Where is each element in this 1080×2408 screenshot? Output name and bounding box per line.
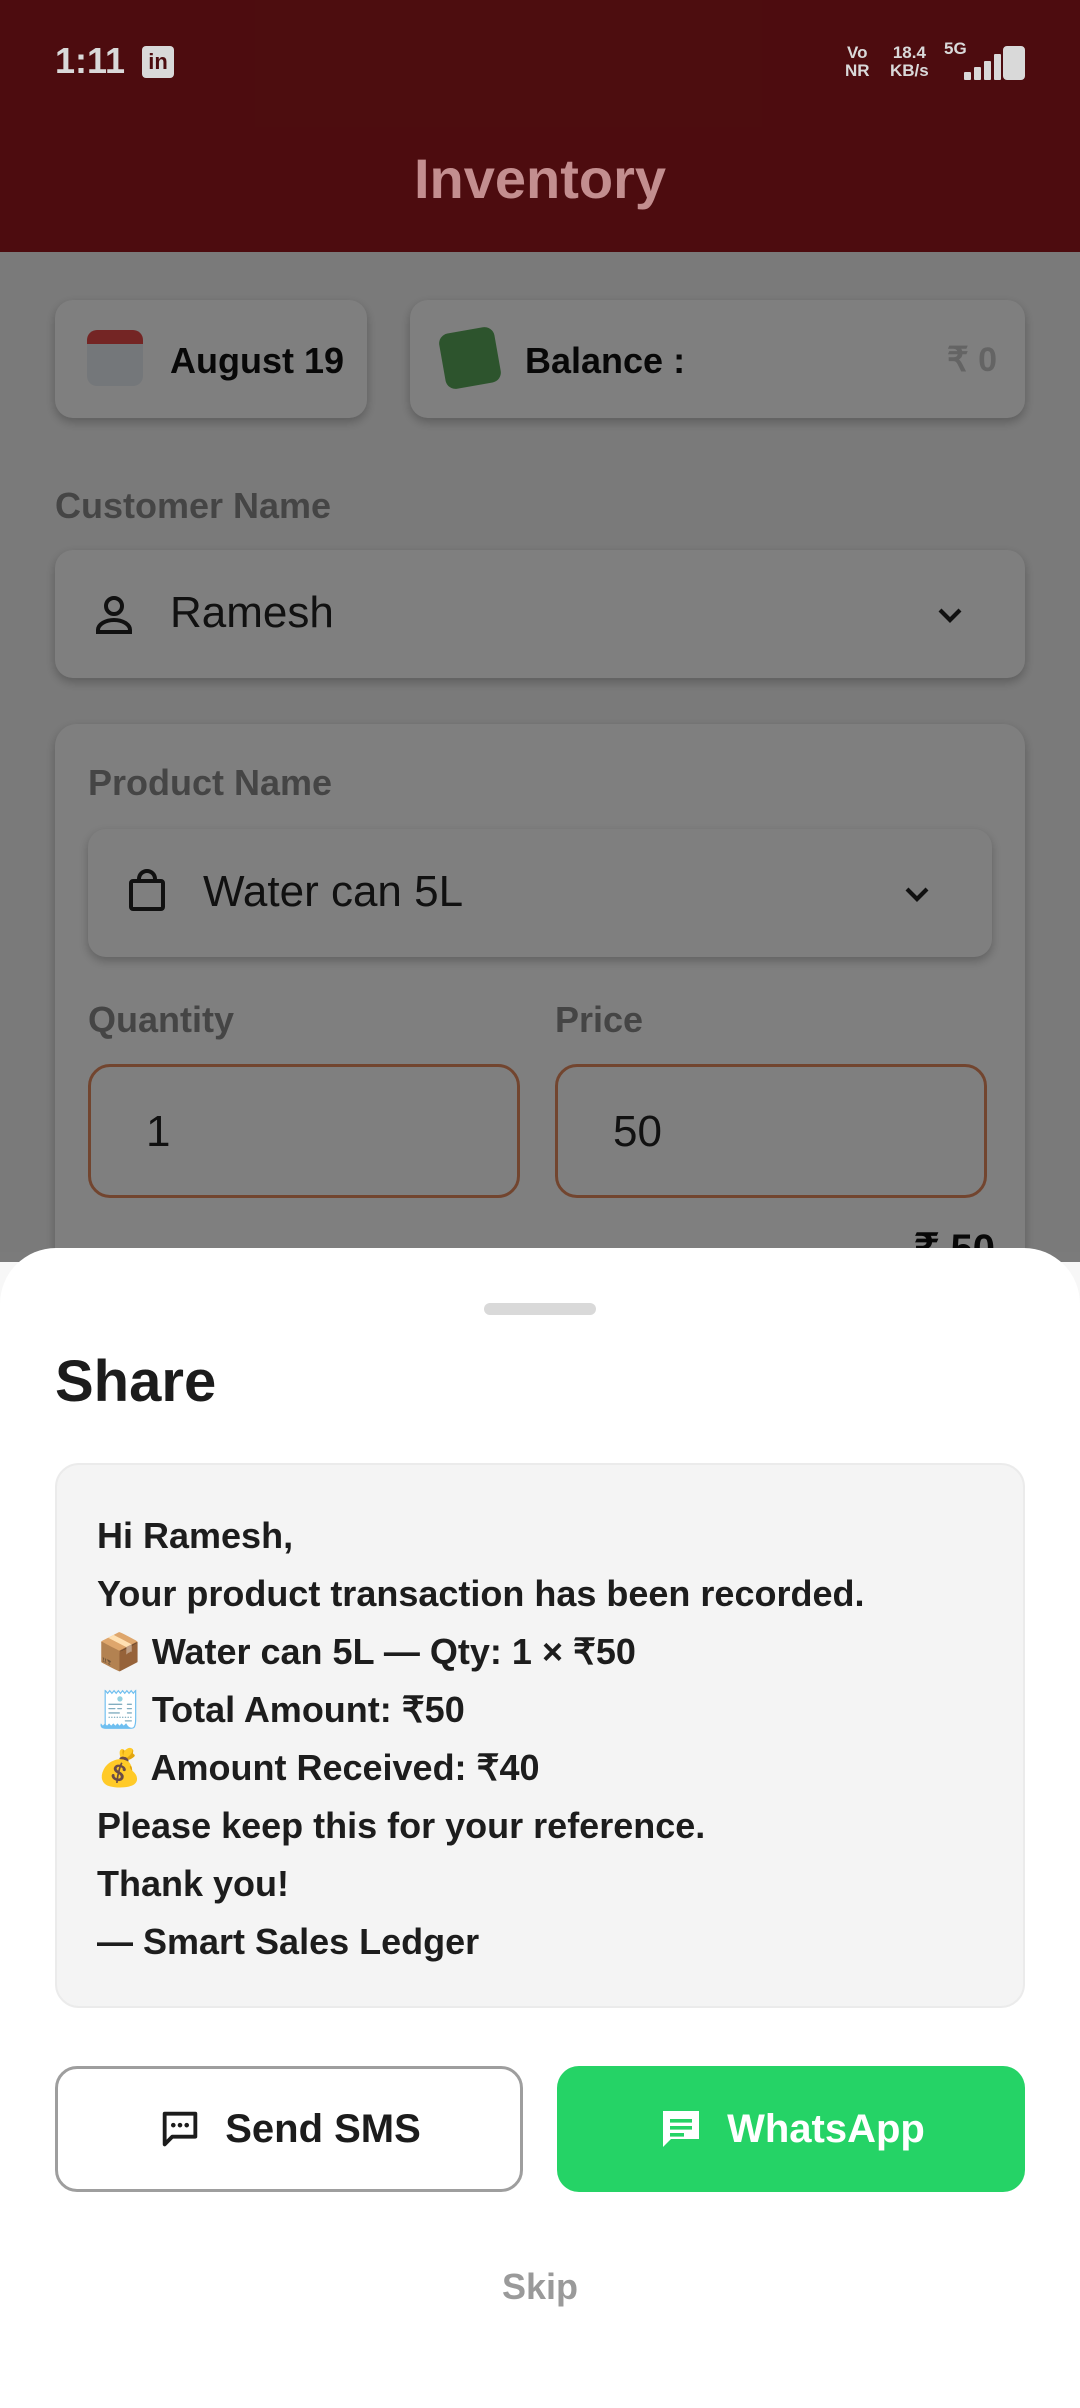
message-line: Your product transaction has been record…: [97, 1573, 865, 1614]
message-line: Thank you!: [97, 1863, 290, 1904]
message-line: — Smart Sales Ledger: [97, 1921, 480, 1962]
scrim-top: [0, 0, 1080, 252]
message-line: 🧾 Total Amount: ₹50: [97, 1689, 465, 1730]
message-icon: [162, 2111, 198, 2147]
message-line: 💰 Amount Received: ₹40: [97, 1747, 540, 1788]
chat-icon: [663, 2111, 700, 2147]
skip-button[interactable]: Skip: [0, 2266, 1080, 2308]
share-title: Share: [55, 1349, 217, 1414]
modal-scrim[interactable]: [0, 252, 1080, 1262]
message-line: Please keep this for your reference.: [97, 1805, 706, 1846]
message-line: Hi Ramesh,: [97, 1515, 294, 1556]
message-line: 📦 Water can 5L — Qty: 1 × ₹50: [97, 1631, 636, 1672]
message-preview: Hi Ramesh, Your product transaction has …: [55, 1463, 1025, 2008]
send-sms-button[interactable]: Send SMS: [55, 2066, 523, 2192]
whatsapp-button[interactable]: WhatsApp: [557, 2066, 1025, 2192]
share-sheet: Share Hi Ramesh, Your product transactio…: [0, 1248, 1080, 2408]
send-sms-label: Send SMS: [225, 2106, 421, 2151]
drag-handle[interactable]: [484, 1303, 596, 1315]
whatsapp-label: WhatsApp: [727, 2106, 925, 2151]
